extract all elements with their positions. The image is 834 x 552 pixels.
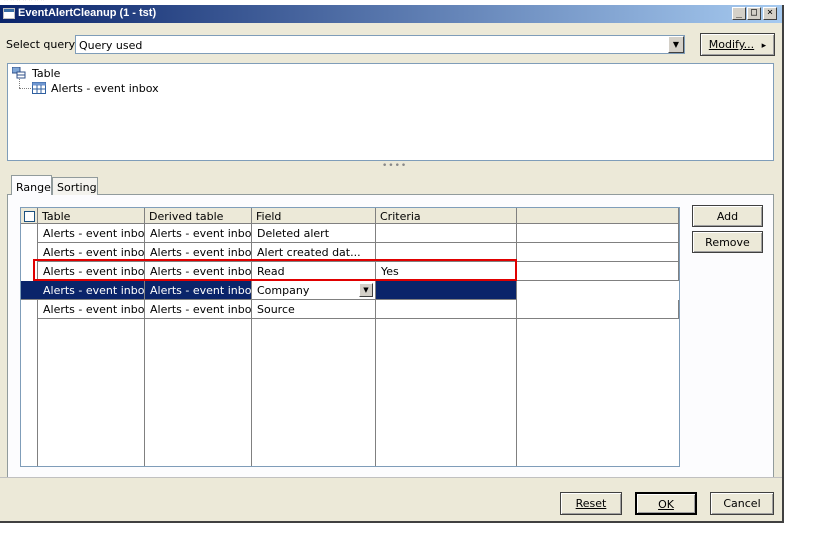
cell-table[interactable]: Alerts - event inbox [38,300,145,319]
submenu-arrow-icon: ▸ [761,41,767,51]
range-grid[interactable]: Table Derived table Field Criteria Alert… [20,207,680,467]
cell-criteria[interactable] [376,281,517,300]
reset-button[interactable]: Reset [560,492,622,515]
table-row-selected[interactable]: Alerts - event inbox Alerts - event inbo… [21,281,679,300]
window-icon [3,8,15,19]
select-all-checkbox[interactable] [24,211,35,222]
restore-button[interactable]: □ [747,7,761,20]
column-header-criteria[interactable]: Criteria [376,208,517,224]
tree-child-label[interactable]: Alerts - event inbox [51,82,159,95]
chevron-down-icon[interactable]: ▼ [668,36,684,53]
select-query-value: Query used [79,39,143,52]
splitter-grip[interactable]: •••• [382,161,407,171]
tab-range[interactable]: Range [11,175,52,195]
cell-criteria[interactable] [376,300,517,319]
table-row[interactable]: Alerts - event inbox Alerts - event inbo… [21,300,679,319]
add-button[interactable]: Add [692,205,763,227]
tree-root-label[interactable]: Table [32,67,60,80]
cell-blank [517,300,679,319]
chevron-down-icon[interactable]: ▼ [359,283,373,297]
cell-derived-table[interactable]: Alerts - event inbox [145,300,252,319]
select-query-label: Select query: [6,38,79,51]
tab-sorting[interactable]: Sorting [52,177,98,195]
cell-blank [517,262,679,281]
datasource-tree-icon [12,67,26,79]
cancel-button[interactable]: Cancel [710,492,774,515]
close-button[interactable]: × [763,7,777,20]
field-dropdown[interactable]: Company ▼ [252,281,376,300]
modify-button[interactable]: Modify... ▸ [700,33,775,56]
cell-field[interactable]: Source [252,300,376,319]
column-header-blank [517,208,679,224]
annotation-highlight-box [33,259,517,281]
cell-blank [517,224,679,243]
ok-button[interactable]: OK [635,492,697,515]
select-all-header [21,208,38,224]
title-bar[interactable]: EventAlertCleanup (1 - tst) _ □ × [0,5,782,23]
modify-label: Modify... [708,38,755,51]
row-marker [21,281,38,300]
footer-separator [0,477,782,478]
field-dropdown-value: Company [257,284,310,297]
table-icon [32,82,46,94]
table-row[interactable]: Alerts - event inbox Alerts - event inbo… [21,224,679,243]
select-query-combobox[interactable]: Query used ▼ [75,35,685,54]
cell-derived-table[interactable]: Alerts - event inbox [145,281,252,300]
background-window-text: ««««««« [2,0,45,4]
tree-connector-vertical [19,79,21,88]
ok-label: OK [658,498,674,511]
minimize-button[interactable]: _ [732,7,746,20]
query-tree[interactable]: Table Alerts - event inbox [7,63,774,161]
cell-blank [517,243,679,262]
cell-table[interactable]: Alerts - event inbox [38,281,145,300]
window-title: EventAlertCleanup (1 - tst) [18,7,157,19]
tree-connector-horizontal [19,88,31,90]
cell-criteria[interactable] [376,224,517,243]
column-header-field[interactable]: Field [252,208,376,224]
column-header-derived-table[interactable]: Derived table [145,208,252,224]
reset-label: Reset [575,497,607,510]
cell-table[interactable]: Alerts - event inbox [38,224,145,243]
column-header-table[interactable]: Table [38,208,145,224]
tab-sorting-label: Sorting [57,181,97,194]
tab-range-label: Range [16,181,51,194]
remove-button[interactable]: Remove [692,231,763,253]
cell-derived-table[interactable]: Alerts - event inbox [145,224,252,243]
cell-field[interactable]: Deleted alert [252,224,376,243]
